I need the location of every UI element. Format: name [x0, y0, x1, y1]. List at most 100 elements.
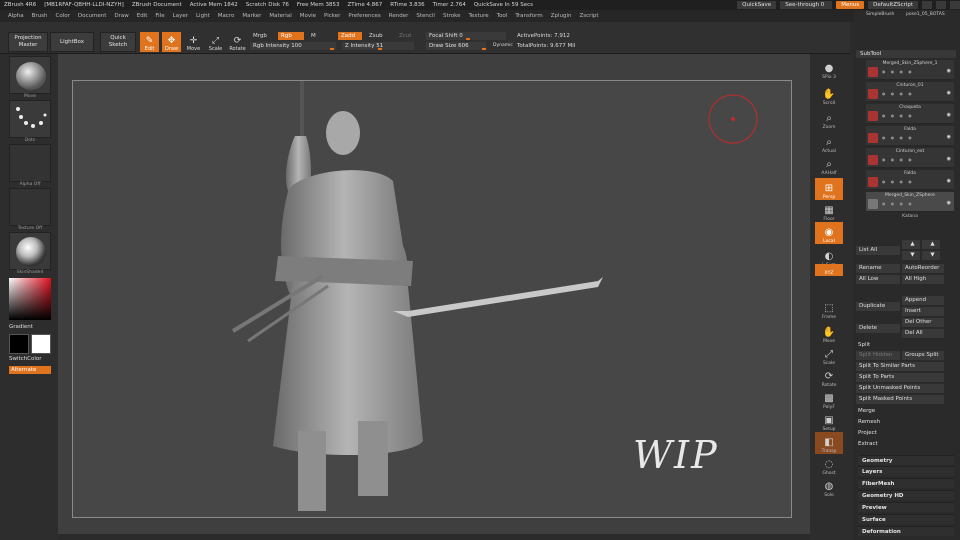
- xyz-button[interactable]: XYZ: [815, 264, 843, 276]
- menu-item-macro[interactable]: Macro: [218, 13, 235, 19]
- transp-button[interactable]: ◧ Transp: [815, 432, 843, 454]
- menus-button[interactable]: Menus: [836, 1, 865, 9]
- aahalf-button[interactable]: ⌕ AAHalf: [815, 154, 843, 176]
- subtool-row[interactable]: Chaqueta ● ● ● ● ◉: [866, 104, 954, 124]
- duplicate-button[interactable]: Duplicate: [856, 302, 900, 311]
- menu-item-light[interactable]: Light: [196, 13, 210, 19]
- subtool-row[interactable]: Cinturon_ext ● ● ● ● ◉: [866, 148, 954, 168]
- all-low-button[interactable]: All Low: [856, 275, 900, 284]
- quick-sketch-button[interactable]: Quick Sketch: [100, 32, 136, 52]
- dynamic-toggle[interactable]: Dynamic: [490, 42, 516, 50]
- eye-icon[interactable]: ◉: [947, 178, 951, 184]
- alpha-thumbnail[interactable]: [9, 144, 51, 182]
- split-unmasked-button[interactable]: Split Unmasked Points: [856, 384, 944, 393]
- m-toggle[interactable]: M: [308, 32, 319, 40]
- menu-item-draw[interactable]: Draw: [114, 13, 128, 19]
- menu-item-movie[interactable]: Movie: [300, 13, 316, 19]
- rotate-mode-button[interactable]: ⟳ Rotate: [228, 32, 247, 52]
- rotate-view-button[interactable]: ⟳ Rotate: [815, 366, 843, 388]
- maximize-button[interactable]: [936, 1, 946, 9]
- geometry-section[interactable]: Geometry: [858, 455, 954, 465]
- frame-button[interactable]: ⬚ Frame: [815, 298, 843, 320]
- menu-item-layer[interactable]: Layer: [173, 13, 188, 19]
- subtool-row[interactable]: Cinturon_01 ● ● ● ● ◉: [866, 82, 954, 102]
- menu-item-preferences[interactable]: Preferences: [348, 13, 380, 19]
- menu-item-tool[interactable]: Tool: [497, 13, 508, 19]
- menu-item-marker[interactable]: Marker: [242, 13, 261, 19]
- ghost-button[interactable]: ◌ Ghost: [815, 454, 843, 476]
- spix-button[interactable]: ● SPix 3: [815, 58, 843, 80]
- move-view-button[interactable]: ✋ Move: [815, 322, 843, 344]
- setup-button[interactable]: ▣ Setup: [815, 410, 843, 432]
- close-button[interactable]: [950, 1, 960, 9]
- layers-section[interactable]: Layers: [858, 466, 954, 476]
- draw-mode-button[interactable]: ✥ Draw: [162, 32, 181, 52]
- z-intensity-slider[interactable]: Z Intensity 51: [342, 42, 414, 50]
- local-button[interactable]: ◉ Local: [815, 222, 843, 244]
- menu-item-zplugin[interactable]: Zplugin: [551, 13, 572, 19]
- document-canvas[interactable]: WIP: [72, 80, 792, 518]
- delete-button[interactable]: Delete: [856, 324, 900, 333]
- tool-thumb-pose[interactable]: pose1_05_BOTAS: [906, 12, 945, 17]
- quicksave-button[interactable]: QuickSave: [737, 1, 777, 9]
- split-masked-button[interactable]: Split Masked Points: [856, 395, 944, 404]
- subtool-katana[interactable]: Katana: [866, 214, 954, 222]
- deformation-section[interactable]: Deformation: [858, 526, 954, 536]
- stroke-thumbnail[interactable]: [9, 100, 51, 138]
- subtool-row[interactable]: Merged_Skin_ZSphere_1 ● ● ● ● ◉: [866, 60, 954, 80]
- lightbox-button[interactable]: LightBox: [50, 32, 94, 52]
- menu-item-texture[interactable]: Texture: [469, 13, 489, 19]
- scroll-button[interactable]: ✋ Scroll: [815, 84, 843, 106]
- minimize-button[interactable]: [922, 1, 932, 9]
- extract-section[interactable]: Extract: [858, 441, 878, 447]
- gradient-label[interactable]: Gradient: [9, 324, 51, 330]
- eye-icon[interactable]: ◉: [947, 90, 951, 96]
- see-through-slider[interactable]: See-through 0: [780, 1, 833, 9]
- subtool-row[interactable]: Falda ● ● ● ● ◉: [866, 126, 954, 146]
- default-zscript-button[interactable]: DefaultZScript: [868, 1, 918, 9]
- split-section-header[interactable]: Split: [858, 342, 870, 348]
- groups-split-button[interactable]: Groups Split: [902, 351, 944, 360]
- alternate-button[interactable]: Alternate: [9, 366, 51, 374]
- actual-button[interactable]: ⌕ Actual: [815, 132, 843, 154]
- rgb-toggle[interactable]: Rgb: [278, 32, 304, 40]
- del-all-button[interactable]: Del All: [902, 329, 944, 338]
- solo-button[interactable]: ◍ Solo: [815, 476, 843, 498]
- subtool-row-selected[interactable]: Merged_Skin_ZSphere ● ● ● ● ◉: [866, 192, 954, 212]
- del-other-button[interactable]: Del Other: [902, 318, 944, 327]
- menu-item-picker[interactable]: Picker: [324, 13, 340, 19]
- arrow-up-icon[interactable]: ▲: [922, 240, 940, 249]
- menu-item-edit[interactable]: Edit: [137, 13, 148, 19]
- append-button[interactable]: Append: [902, 296, 944, 305]
- surface-section[interactable]: Surface: [858, 514, 954, 524]
- menu-item-brush[interactable]: Brush: [32, 13, 48, 19]
- draw-size-slider[interactable]: Draw Size 606: [426, 42, 486, 50]
- secondary-color-swatch[interactable]: [9, 334, 29, 354]
- viewport[interactable]: WIP: [58, 54, 810, 534]
- subtool-header[interactable]: SubTool: [856, 50, 956, 58]
- menu-item-transform[interactable]: Transform: [515, 13, 542, 19]
- menu-item-file[interactable]: File: [155, 13, 164, 19]
- menu-item-material[interactable]: Material: [269, 13, 291, 19]
- menu-item-document[interactable]: Document: [78, 13, 107, 19]
- eye-icon[interactable]: ◉: [947, 134, 951, 140]
- menu-item-render[interactable]: Render: [389, 13, 409, 19]
- menu-item-color[interactable]: Color: [56, 13, 70, 19]
- list-all-button[interactable]: List All: [856, 246, 900, 255]
- zcut-toggle[interactable]: Zcut: [396, 32, 414, 40]
- split-hidden-button[interactable]: Split Hidden: [856, 351, 900, 360]
- insert-button[interactable]: Insert: [902, 307, 944, 316]
- project-section[interactable]: Project: [858, 430, 877, 436]
- eye-icon[interactable]: ◉: [947, 156, 951, 162]
- zadd-toggle[interactable]: Zadd: [338, 32, 362, 40]
- eye-icon[interactable]: ◉: [947, 200, 951, 206]
- switch-color-button[interactable]: SwitchColor: [9, 356, 51, 362]
- arrow-down-icon[interactable]: ▼: [902, 251, 920, 260]
- menu-item-zscript[interactable]: Zscript: [579, 13, 598, 19]
- edit-mode-button[interactable]: ✎ Edit: [140, 32, 159, 52]
- polyf-button[interactable]: ▩ PolyF: [815, 388, 843, 410]
- brush-thumbnail[interactable]: [9, 56, 51, 94]
- focal-shift-slider[interactable]: Focal Shift 0: [426, 32, 506, 40]
- tool-thumb-simplebrush[interactable]: SimpleBrush: [866, 12, 894, 17]
- remesh-section[interactable]: Remesh: [858, 419, 880, 425]
